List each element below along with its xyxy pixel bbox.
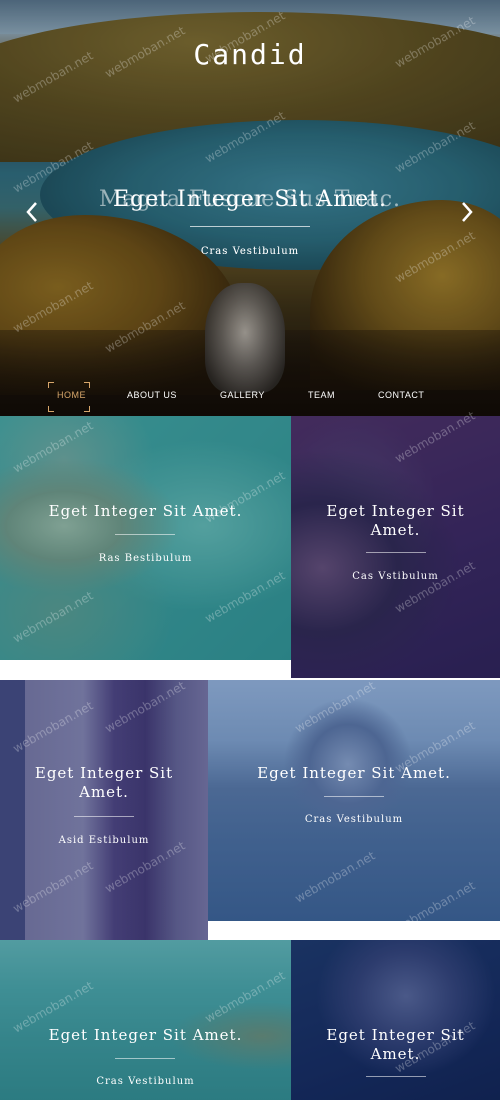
gallery-tile-title: Eget Integer Sit Amet. (326, 502, 465, 539)
gallery-tile[interactable]: Eget Integer Sit Amet. Cas Vstibulum (291, 416, 500, 678)
gallery-tile-subtitle: Asid Estibulum (58, 835, 150, 846)
gallery-tile-title: Eget Integer Sit Amet. (48, 502, 243, 520)
gallery-tile[interactable]: Eget Integer Sit Amet. (291, 940, 500, 1100)
site-logo[interactable]: Candid (0, 38, 500, 71)
gallery-tile-divider (324, 796, 384, 797)
slide-title: Eget Integer Sit Amet. (113, 187, 387, 212)
slide-subtitle: Cras Vestibulum (200, 246, 300, 257)
gallery-tile-title: Eget Integer Sit Amet. (257, 764, 451, 782)
gallery-tile-divider (115, 1058, 175, 1059)
slide-divider (190, 226, 310, 227)
chevron-right-icon[interactable] (455, 198, 479, 232)
nav-item-about-us[interactable]: ABOUT US (127, 390, 177, 400)
gallery-tile-subtitle: Ras Bestibulum (98, 553, 193, 564)
gallery-tile-subtitle: Cras Vestibulum (304, 814, 404, 825)
nav-item-contact[interactable]: CONTACT (378, 390, 424, 400)
gallery-tile-subtitle: Cras Vestibulum (96, 1076, 195, 1087)
gallery-tile-title: Eget Integer Sit Amet. (34, 764, 174, 801)
gallery-tile-title: Eget Integer Sit Amet. (326, 1026, 465, 1063)
gallery-tile-divider (74, 816, 134, 817)
gallery-tile-divider (115, 534, 175, 535)
gallery-tile-subtitle: Cas Vstibulum (352, 571, 439, 582)
gallery-tile-divider (366, 1076, 426, 1077)
gallery-tile[interactable]: Eget Integer Sit Amet. Cras Vestibulum (0, 940, 291, 1100)
nav-item-gallery[interactable]: GALLERY (220, 390, 265, 400)
gallery-tile[interactable]: Eget Integer Sit Amet. Cras Vestibulum (208, 680, 500, 921)
gallery-tile[interactable]: Eget Integer Sit Amet. Ras Bestibulum (0, 416, 291, 660)
chevron-left-icon[interactable] (20, 198, 44, 232)
gallery-tile-title: Eget Integer Sit Amet. (48, 1026, 243, 1044)
nav-active-indicator (48, 382, 90, 412)
gallery-tile-divider (366, 552, 426, 553)
nav-item-team[interactable]: TEAM (308, 390, 335, 400)
gallery-tile[interactable]: Eget Integer Sit Amet. Asid Estibulum (0, 680, 208, 940)
